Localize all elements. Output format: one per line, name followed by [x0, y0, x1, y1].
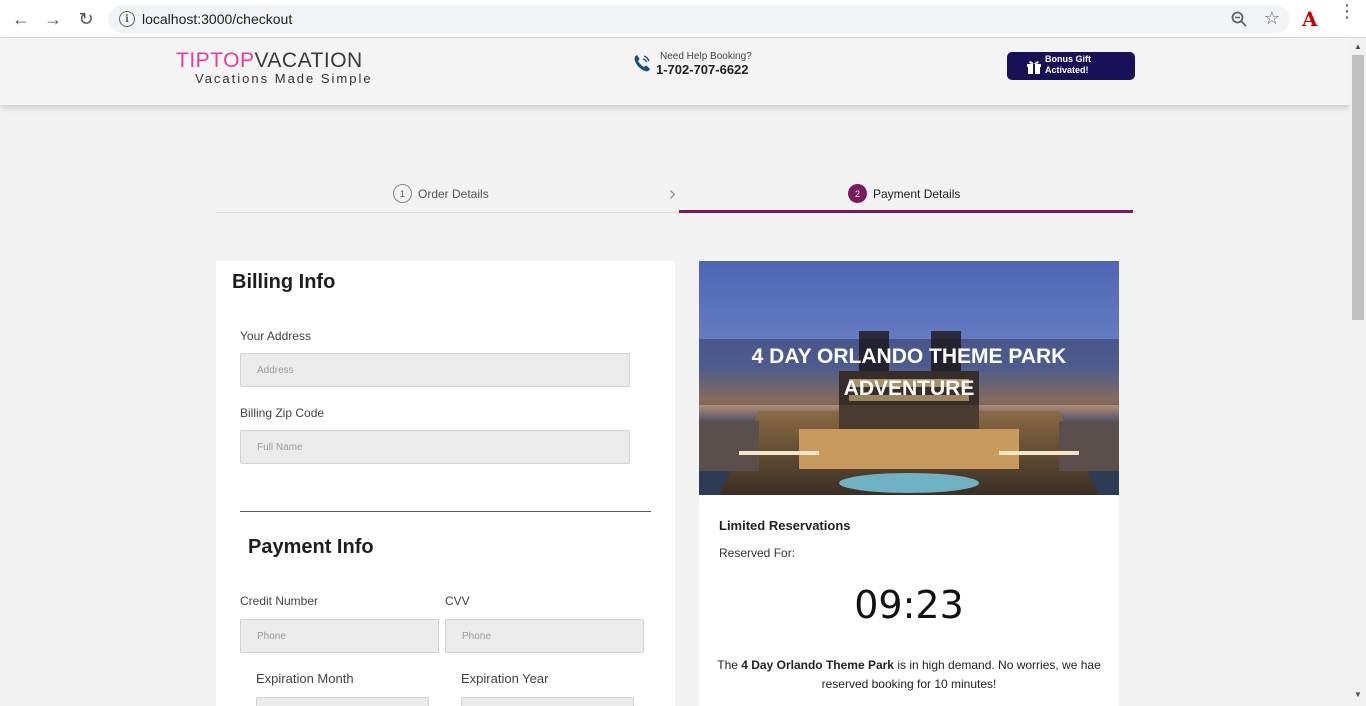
- cvv-label: CVV: [445, 594, 470, 608]
- extension-icon[interactable]: A: [1302, 7, 1318, 31]
- gift-icon: [1027, 61, 1041, 74]
- browser-toolbar: ← → ↻ i localhost:3000/checkout ☆ A ⋮: [0, 0, 1366, 38]
- bookmark-star-icon[interactable]: ☆: [1264, 8, 1280, 29]
- scrollbar-thumb[interactable]: [1352, 55, 1364, 320]
- step-label: Order Details: [418, 186, 489, 201]
- billing-card: Billing Info Your Address Billing Zip Co…: [216, 261, 675, 706]
- section-divider: [240, 511, 651, 512]
- help-label: Need Help Booking?: [660, 51, 752, 62]
- expiration-month-label: Expiration Month: [256, 671, 354, 686]
- billing-title: Billing Info: [232, 271, 336, 293]
- address-bar[interactable]: i localhost:3000/checkout ☆: [108, 5, 1290, 33]
- step-number: 2: [848, 184, 867, 203]
- scroll-up-icon[interactable]: ▲: [1354, 42, 1362, 51]
- cvv-input[interactable]: [445, 619, 644, 653]
- credit-number-input[interactable]: [240, 619, 439, 653]
- limited-reservations-heading: Limited Reservations: [719, 518, 851, 533]
- trip-title: 4 DAY ORLANDO THEME PARK ADVENTURE: [751, 345, 1067, 400]
- payment-title: Payment Info: [248, 536, 374, 558]
- gift-text-line2: Activated!: [1045, 65, 1089, 75]
- site-info-icon[interactable]: i: [119, 11, 135, 27]
- step-order-details[interactable]: 1 Order Details: [393, 184, 489, 203]
- zip-label: Billing Zip Code: [240, 406, 325, 420]
- gift-text-line1: Bonus Gift: [1045, 54, 1091, 64]
- credit-number-label: Credit Number: [240, 594, 319, 608]
- step-payment-details[interactable]: 2 Payment Details: [848, 184, 960, 203]
- logo-brand-vacation: VACATION: [254, 49, 363, 72]
- zip-input[interactable]: [240, 430, 630, 464]
- page-scrollbar[interactable]: ▲ ▼: [1350, 38, 1366, 706]
- site-header: TIPTOPVACATION Vacations Made Simple Nee…: [0, 38, 1350, 105]
- reserved-for-label: Reserved For:: [719, 546, 796, 560]
- expiration-year-select[interactable]: [461, 697, 634, 706]
- site-logo[interactable]: TIPTOPVACATION Vacations Made Simple: [176, 49, 373, 86]
- chevron-right-icon: ›: [669, 183, 676, 205]
- step-label: Payment Details: [873, 186, 961, 201]
- checkout-steps: 1 Order Details › 2 Payment Details: [216, 178, 1133, 214]
- url-text[interactable]: localhost:3000/checkout: [142, 11, 292, 27]
- reservation-summary-card: 4 DAY ORLANDO THEME PARK ADVENTURE Limit…: [699, 261, 1119, 706]
- logo-brand-tiptop: TIPTOP: [176, 49, 255, 72]
- reload-icon[interactable]: ↻: [75, 8, 97, 30]
- forward-icon[interactable]: →: [42, 8, 64, 30]
- expiration-year-label: Expiration Year: [461, 671, 549, 686]
- phone-icon: [634, 55, 650, 72]
- scroll-down-icon[interactable]: ▼: [1354, 690, 1362, 699]
- steps-active-underline: [679, 210, 1133, 213]
- address-label: Your Address: [240, 329, 311, 343]
- countdown-timer: 09:23: [854, 583, 964, 627]
- browser-menu-icon[interactable]: ⋮: [1338, 2, 1356, 20]
- step-number: 1: [393, 184, 412, 203]
- trip-hero-image: 4 DAY ORLANDO THEME PARK ADVENTURE: [699, 261, 1119, 495]
- demand-notice: The 4 Day Orlando Theme Park is in high …: [711, 656, 1107, 694]
- help-phone-number[interactable]: 1-702-707-6622: [656, 62, 749, 77]
- zoom-icon[interactable]: [1230, 10, 1248, 28]
- bonus-gift-button[interactable]: Bonus Gift Activated!: [1007, 52, 1135, 80]
- back-icon[interactable]: ←: [10, 8, 32, 30]
- expiration-month-select[interactable]: [256, 697, 429, 706]
- demand-trip-name: 4 Day Orlando Theme Park: [741, 658, 894, 672]
- demand-prefix: The: [717, 658, 742, 672]
- logo-tagline: Vacations Made Simple: [195, 71, 373, 86]
- address-input[interactable]: [240, 353, 630, 387]
